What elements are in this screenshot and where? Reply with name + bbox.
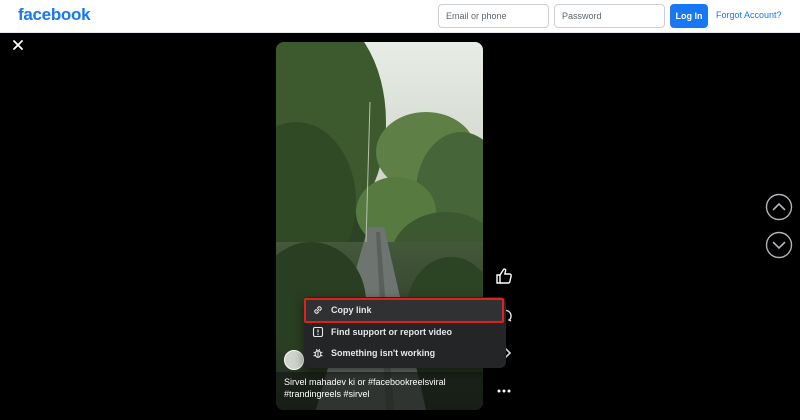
menu-item-label: Find support or report video xyxy=(331,327,452,337)
reel-caption: Sirvel mahadev ki or #facebookreelsviral… xyxy=(284,376,474,400)
login-button[interactable]: Log In xyxy=(670,4,708,28)
caption-line-1: Sirvel mahadev ki or #facebookreelsviral xyxy=(284,377,446,387)
password-field[interactable] xyxy=(554,4,665,28)
thumbs-up-icon[interactable] xyxy=(495,267,513,285)
avatar[interactable] xyxy=(284,350,304,370)
chevron-up-icon[interactable] xyxy=(765,193,793,221)
more-icon[interactable] xyxy=(496,386,512,396)
report-icon xyxy=(312,326,324,338)
caption-line-2[interactable]: #trandingreels #sirvel xyxy=(284,388,474,400)
copy-link-highlight xyxy=(304,298,504,323)
menu-item-label: Something isn't working xyxy=(331,348,436,358)
facebook-logo[interactable]: facebook xyxy=(18,5,91,25)
menu-item-something-not-working[interactable]: Something isn't working xyxy=(304,343,506,363)
chevron-down-icon[interactable] xyxy=(765,231,793,259)
email-field[interactable] xyxy=(438,4,549,28)
menu-item-report[interactable]: Find support or report video xyxy=(304,322,506,342)
top-bar: facebook Log In Forgot Account? xyxy=(0,0,800,33)
bug-icon xyxy=(312,347,324,359)
forgot-account-link[interactable]: Forgot Account? xyxy=(716,10,782,20)
close-icon[interactable] xyxy=(10,37,26,53)
